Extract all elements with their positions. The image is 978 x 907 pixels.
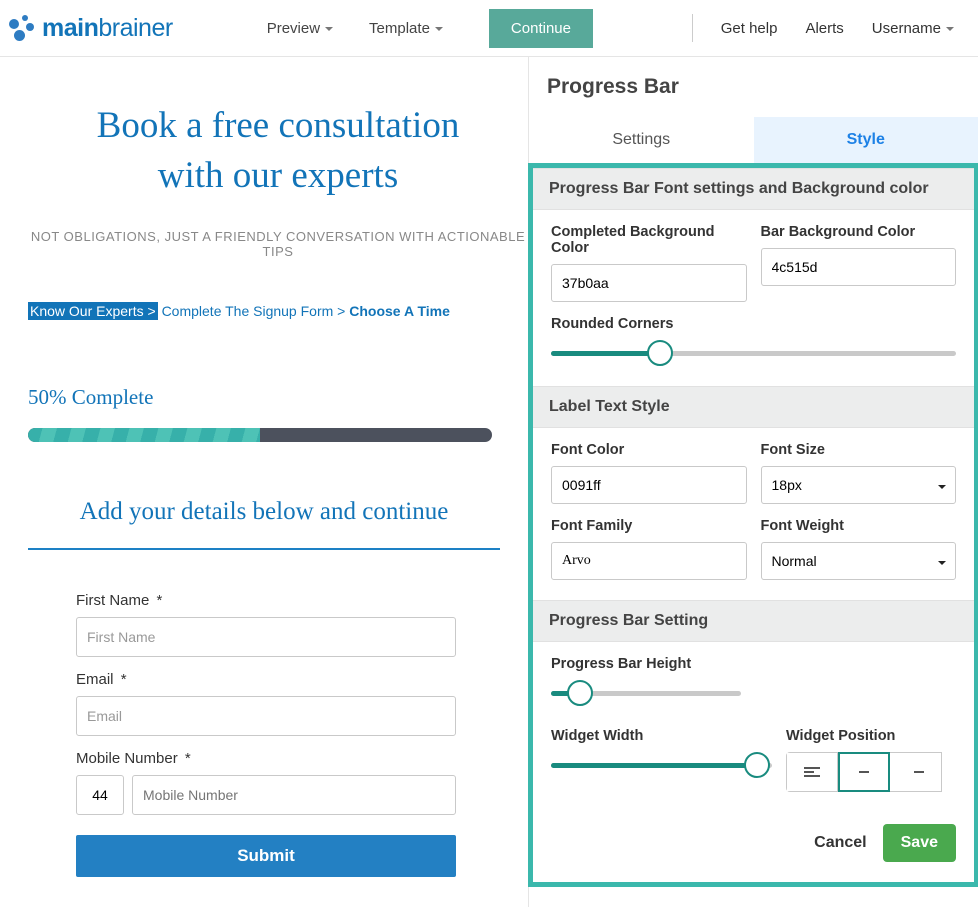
- submit-button[interactable]: Submit: [76, 835, 456, 877]
- get-help-link[interactable]: Get help: [707, 10, 792, 47]
- panel-title: Progress Bar: [529, 57, 978, 99]
- save-button[interactable]: Save: [883, 824, 956, 862]
- panel-actions: Cancel Save: [533, 812, 974, 870]
- style-tab-content: Progress Bar Font settings and Backgroun…: [528, 163, 978, 887]
- bar-bg-label: Bar Background Color: [761, 224, 957, 240]
- logo[interactable]: mainbrainer: [8, 13, 173, 43]
- panel-tabs: Settings Style: [529, 117, 978, 163]
- first-name-input[interactable]: [76, 617, 456, 657]
- font-family-input[interactable]: [551, 542, 747, 580]
- tab-settings[interactable]: Settings: [529, 117, 754, 163]
- widget-position-group: [786, 752, 956, 792]
- slider-thumb[interactable]: [744, 752, 770, 778]
- username-menu[interactable]: Username: [858, 10, 968, 47]
- country-code-input[interactable]: [76, 775, 124, 815]
- align-right-button[interactable]: [890, 752, 942, 792]
- section-font-bg-header: Progress Bar Font settings and Backgroun…: [533, 168, 974, 210]
- page-preview: Book a free consultationwith our experts…: [0, 57, 528, 907]
- widget-width-slider[interactable]: [551, 752, 772, 778]
- progress-bar: [28, 428, 492, 442]
- mobile-number-input[interactable]: [132, 775, 456, 815]
- completed-bg-input[interactable]: [551, 264, 747, 302]
- signup-form: First Name * Email * Mobile Number * Sub…: [28, 550, 498, 877]
- slider-thumb[interactable]: [567, 680, 593, 706]
- font-color-input[interactable]: [551, 466, 747, 504]
- align-center-icon: [856, 767, 872, 777]
- preview-menu[interactable]: Preview: [253, 10, 347, 47]
- breadcrumb-step-1[interactable]: Know Our Experts >: [28, 302, 158, 320]
- hero-title: Book a free consultationwith our experts: [28, 101, 528, 201]
- template-menu[interactable]: Template: [355, 10, 457, 47]
- align-left-icon: [804, 767, 820, 777]
- alerts-link[interactable]: Alerts: [791, 10, 857, 47]
- bar-bg-input[interactable]: [761, 248, 957, 286]
- form-heading: Add your details below and continue: [28, 498, 500, 550]
- align-left-button[interactable]: [786, 752, 838, 792]
- section-label-text-header: Label Text Style: [533, 386, 974, 428]
- logo-icon: [8, 13, 38, 43]
- breadcrumb-step-2[interactable]: Complete The Signup Form: [162, 303, 334, 319]
- email-label: Email *: [76, 671, 498, 688]
- email-input[interactable]: [76, 696, 456, 736]
- properties-panel: Progress Bar Settings Style Progress Bar…: [528, 57, 978, 907]
- align-center-button[interactable]: [838, 752, 890, 792]
- first-name-label: First Name *: [76, 592, 498, 609]
- chevron-down-icon: [946, 27, 954, 31]
- bar-height-slider[interactable]: [551, 680, 741, 706]
- progress-fill: [28, 428, 260, 442]
- progress-label: 50% Complete: [28, 385, 528, 410]
- chevron-down-icon: [325, 27, 333, 31]
- continue-button[interactable]: Continue: [489, 9, 593, 48]
- font-color-label: Font Color: [551, 442, 747, 458]
- section-bar-setting-header: Progress Bar Setting: [533, 600, 974, 642]
- nav-right: Get help Alerts Username: [692, 10, 968, 47]
- rounded-corners-label: Rounded Corners: [551, 316, 956, 332]
- slider-thumb[interactable]: [647, 340, 673, 366]
- mobile-label: Mobile Number *: [76, 750, 498, 767]
- rounded-corners-slider[interactable]: [551, 340, 956, 366]
- completed-bg-label: Completed Background Color: [551, 224, 747, 256]
- widget-width-label: Widget Width: [551, 728, 772, 744]
- font-family-label: Font Family: [551, 518, 747, 534]
- divider: [692, 14, 693, 42]
- widget-position-label: Widget Position: [786, 728, 956, 744]
- breadcrumb: Know Our Experts > Complete The Signup F…: [28, 303, 528, 319]
- font-size-select[interactable]: 18px: [761, 466, 957, 504]
- hero-subtext: NOT OBLIGATIONS, JUST A FRIENDLY CONVERS…: [28, 229, 528, 259]
- font-weight-label: Font Weight: [761, 518, 957, 534]
- align-right-icon: [908, 767, 924, 777]
- font-weight-select[interactable]: Normal: [761, 542, 957, 580]
- nav-center: Preview Template Continue: [253, 9, 593, 48]
- tab-style[interactable]: Style: [754, 117, 978, 163]
- chevron-down-icon: [435, 27, 443, 31]
- bar-height-label: Progress Bar Height: [551, 656, 956, 672]
- breadcrumb-step-3[interactable]: Choose A Time: [349, 303, 450, 319]
- font-size-label: Font Size: [761, 442, 957, 458]
- top-navbar: mainbrainer Preview Template Continue Ge…: [0, 0, 978, 57]
- cancel-button[interactable]: Cancel: [814, 824, 866, 862]
